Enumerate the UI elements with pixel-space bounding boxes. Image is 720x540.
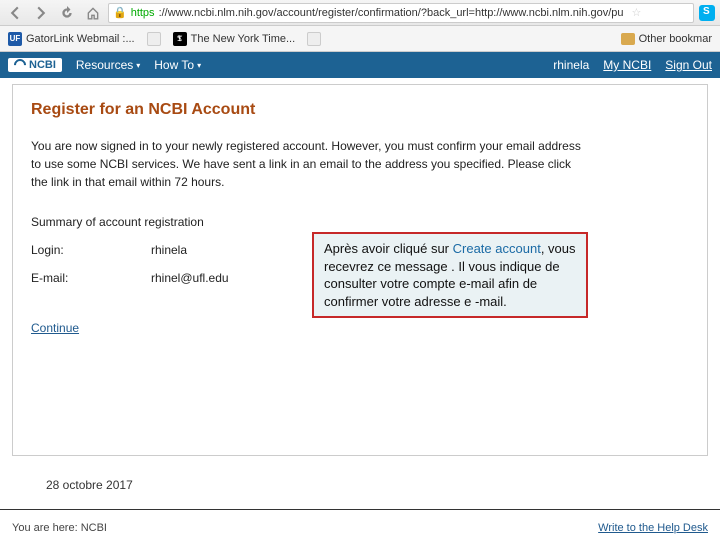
login-label: Login: — [31, 243, 151, 257]
url-text: ://www.ncbi.nlm.nih.gov/account/register… — [159, 7, 624, 19]
username-link[interactable]: rhinela — [553, 58, 589, 72]
chevron-down-icon: ▾ — [136, 61, 140, 70]
browser-toolbar: 🔒 https ://www.ncbi.nlm.nih.gov/account/r… — [0, 0, 720, 26]
footer: You are here: NCBI Write to the Help Des… — [0, 522, 720, 534]
email-label: E-mail: — [31, 271, 151, 285]
ncbi-swoosh-icon — [12, 57, 29, 74]
continue-link[interactable]: Continue — [31, 321, 79, 335]
annotation-callout: Après avoir cliqué sur Create account, v… — [312, 232, 588, 318]
bookmark-nyt[interactable]: 𝕿The New York Time... — [173, 32, 296, 46]
slide-date: 28 octobre 2017 — [46, 478, 133, 492]
chevron-down-icon: ▾ — [197, 61, 201, 70]
howto-menu[interactable]: How To▾ — [154, 58, 201, 72]
star-icon[interactable]: ☆ — [632, 6, 642, 19]
keyword-account: account — [495, 241, 541, 256]
bookmark-gatorlink[interactable]: UFGatorLink Webmail :... — [8, 32, 135, 46]
sign-out-link[interactable]: Sign Out — [665, 58, 712, 72]
bookmark-label: Other bookmar — [639, 33, 712, 45]
help-desk-link[interactable]: Write to the Help Desk — [598, 522, 708, 534]
bookmark-blank-2[interactable] — [307, 32, 321, 46]
reload-button[interactable] — [56, 3, 78, 23]
home-button[interactable] — [82, 3, 104, 23]
summary-heading: Summary of account registration — [31, 215, 689, 229]
login-value: rhinela — [151, 243, 187, 257]
page-title: Register for an NCBI Account — [31, 101, 689, 119]
ncbi-logo[interactable]: NCBI — [8, 58, 62, 72]
bookmark-blank[interactable] — [147, 32, 161, 46]
bookmark-label: GatorLink Webmail :... — [26, 33, 135, 45]
other-bookmarks[interactable]: Other bookmar — [621, 33, 712, 45]
email-value: rhinel@ufl.edu — [151, 271, 229, 285]
forward-button[interactable] — [30, 3, 52, 23]
breadcrumb: You are here: NCBI — [12, 522, 107, 534]
resources-menu[interactable]: Resources▾ — [76, 58, 140, 72]
extension-icon[interactable] — [698, 4, 716, 22]
url-bar[interactable]: 🔒 https ://www.ncbi.nlm.nih.gov/account/r… — [108, 3, 694, 23]
bookmark-label: The New York Time... — [191, 33, 296, 45]
folder-icon — [621, 33, 635, 45]
keyword-create: Create — [453, 241, 492, 256]
lock-icon: 🔒 — [113, 6, 127, 19]
url-protocol: https — [131, 7, 155, 19]
bookmarks-bar: UFGatorLink Webmail :... 𝕿The New York T… — [0, 26, 720, 52]
back-button[interactable] — [4, 3, 26, 23]
my-ncbi-link[interactable]: My NCBI — [603, 58, 651, 72]
confirmation-message: You are now signed in to your newly regi… — [31, 137, 591, 191]
ncbi-header: NCBI Resources▾ How To▾ rhinela My NCBI … — [0, 52, 720, 78]
footer-divider — [0, 509, 720, 510]
